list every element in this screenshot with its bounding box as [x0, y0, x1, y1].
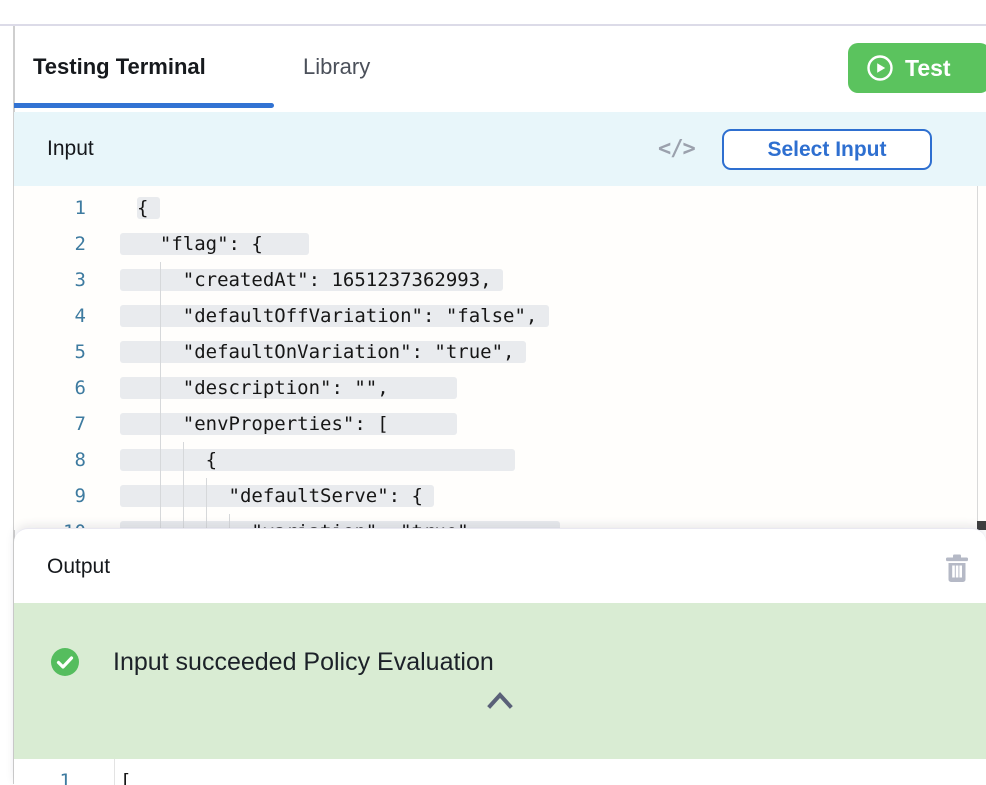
selection-highlight: "defaultOffVariation": "false", [120, 305, 549, 327]
indent-guide [229, 514, 230, 528]
line-number: 9 [14, 478, 86, 514]
line-number: 4 [14, 298, 86, 334]
tab-library[interactable]: Library [303, 54, 370, 80]
output-panel-title: Output [47, 555, 110, 579]
indent-guide [206, 478, 207, 528]
chevron-up-icon[interactable] [486, 691, 514, 714]
code-text: "flag": { [137, 226, 309, 262]
indent-guide [160, 262, 161, 528]
code-text: { [137, 190, 160, 226]
check-circle-icon [50, 647, 80, 677]
code-view-icon[interactable]: </> [658, 137, 698, 162]
play-circle-icon [866, 54, 894, 82]
code-text: "defaultOffVariation": "false", [137, 298, 549, 334]
code-text: "defaultServe": { [137, 478, 434, 514]
selection-highlight: "defaultServe": { [120, 485, 434, 507]
selection-highlight: "envProperties": [ [120, 413, 457, 435]
code-line[interactable]: 2 "flag": { [14, 226, 986, 262]
output-code-editor[interactable]: 1[ [14, 759, 986, 785]
code-text: "createdAt": 1651237362993, [137, 262, 503, 298]
select-input-button[interactable]: Select Input [722, 129, 932, 170]
status-message: Input succeeded Policy Evaluation [113, 648, 494, 677]
selection-highlight: "createdAt": 1651237362993, [120, 269, 503, 291]
test-button-label: Test [905, 55, 951, 82]
input-panel-title: Input [47, 137, 94, 161]
test-button[interactable]: Test [848, 43, 986, 93]
top-divider [0, 24, 986, 26]
line-number: 3 [14, 262, 86, 298]
success-banner: Input succeeded Policy Evaluation [14, 603, 986, 759]
selection-highlight: "description": "", [120, 377, 457, 399]
line-number: 1 [14, 763, 71, 785]
line-number: 8 [14, 442, 86, 478]
code-line[interactable]: 1{ [14, 190, 986, 226]
line-number: 2 [14, 226, 86, 262]
code-text: "envProperties": [ [137, 406, 457, 442]
selection-highlight: "defaultOnVariation": "true", [120, 341, 526, 363]
line-number: 7 [14, 406, 86, 442]
active-tab-underline [14, 103, 274, 108]
selection-highlight: { [137, 197, 160, 219]
trash-icon[interactable] [942, 552, 972, 584]
selection-highlight: "flag": { [120, 233, 309, 255]
code-text: "defaultOnVariation": "true", [137, 334, 526, 370]
output-panel: Output Input succeeded Policy Evaluation [14, 528, 986, 784]
selection-highlight: { [120, 449, 515, 471]
code-text: { [137, 442, 515, 478]
editor-scrollbar-track[interactable] [977, 186, 978, 530]
line-number: 1 [14, 190, 86, 226]
code-text: "description": "", [137, 370, 457, 406]
line-number: 6 [14, 370, 86, 406]
tab-testing-terminal[interactable]: Testing Terminal [33, 54, 206, 80]
output-gutter-divider [114, 759, 115, 785]
indent-guide [183, 442, 184, 528]
status-row: Input succeeded Policy Evaluation [50, 647, 494, 677]
code-text: [ [120, 763, 131, 785]
input-panel-header: Input </> Select Input [14, 112, 986, 186]
line-number: 5 [14, 334, 86, 370]
code-line[interactable]: 1[ [14, 763, 986, 785]
